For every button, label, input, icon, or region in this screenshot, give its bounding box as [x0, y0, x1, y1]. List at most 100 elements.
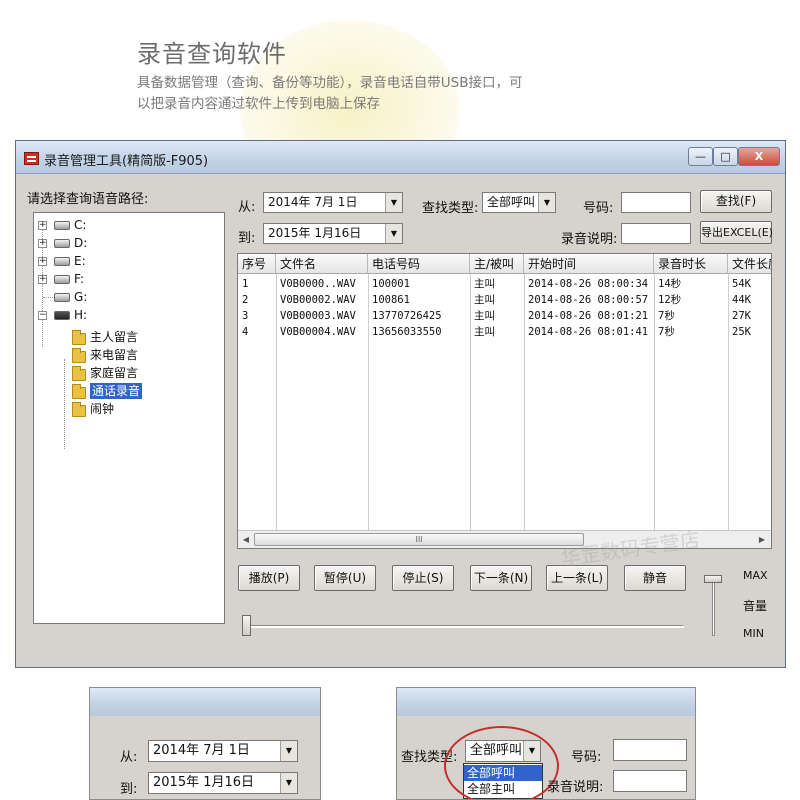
from-date-picker[interactable]: 2014年 7月 1日 ▼ [263, 192, 403, 213]
next-button[interactable]: 下一条(N) [470, 565, 532, 591]
expand-icon[interactable]: + [38, 239, 47, 248]
export-excel-button[interactable]: 导出EXCEL(E) [700, 221, 773, 244]
cell-filename: V0B00004.WAV [280, 326, 356, 338]
tree-drive-e[interactable]: E: [74, 253, 86, 269]
note-input[interactable] [621, 223, 691, 244]
playback-progress-track[interactable] [244, 625, 684, 628]
scroll-right-icon[interactable]: ▶ [755, 533, 769, 546]
cell-filesize: 25K [732, 326, 751, 338]
tree-drive-g[interactable]: G: [74, 289, 87, 305]
volume-thumb[interactable] [704, 575, 722, 583]
highlight-circle [444, 726, 559, 799]
cell-index: 3 [242, 310, 249, 322]
to-date-value: 2015年 1月16日 [153, 775, 255, 790]
volume-label: 音量 [743, 599, 768, 613]
header-duration[interactable]: 录音时长 [654, 254, 728, 274]
dropdown-arrow-icon[interactable]: ▼ [385, 193, 402, 212]
volume-min-label: MIN [743, 627, 764, 640]
folder-icon [72, 330, 86, 345]
tree-connector [43, 297, 53, 298]
cell-duration: 7秒 [658, 326, 675, 338]
from-date-value: 2014年 7月 1日 [153, 743, 250, 758]
number-input[interactable] [621, 192, 691, 213]
recordings-table[interactable]: 序号 文件名 电话号码 主/被叫 开始时间 录音时长 文件长度 1 V0B000… [237, 253, 772, 549]
tree-drive-h[interactable]: H: [74, 307, 87, 323]
folder-icon [72, 402, 86, 417]
note-label: 录音说明: [547, 780, 604, 795]
collapse-icon[interactable]: − [38, 311, 47, 320]
crop-titlebar [397, 688, 695, 716]
volume-max-label: MAX [743, 569, 768, 582]
minimize-button[interactable]: — [688, 147, 713, 166]
expand-icon[interactable]: + [38, 275, 47, 284]
tree-drive-d[interactable]: D: [74, 235, 87, 251]
cell-filesize: 44K [732, 294, 751, 306]
tree-drive-f[interactable]: F: [74, 271, 84, 287]
dropdown-arrow-icon[interactable]: ▼ [385, 224, 402, 243]
number-label: 号码: [583, 201, 614, 216]
dropdown-arrow-icon[interactable]: ▼ [280, 741, 297, 761]
cell-filesize: 27K [732, 310, 751, 322]
dropdown-arrow-icon[interactable]: ▼ [538, 193, 555, 212]
expand-icon[interactable]: + [38, 257, 47, 266]
number-input[interactable] [613, 739, 687, 761]
volume-track[interactable] [712, 581, 715, 636]
cell-phone: 13770726425 [372, 310, 442, 322]
window-titlebar[interactable]: 录音管理工具(精简版-F905) — □ X [16, 141, 785, 174]
close-button[interactable]: X [738, 147, 780, 166]
cell-duration: 7秒 [658, 310, 675, 322]
tree-drive-c[interactable]: C: [74, 217, 86, 233]
search-button[interactable]: 查找(F) [700, 190, 772, 213]
search-type-value: 全部呼叫 [487, 195, 536, 209]
note-label: 录音说明: [561, 232, 618, 247]
to-date-picker[interactable]: 2015年 1月16日 ▼ [148, 772, 298, 794]
cell-start-time: 2014-08-26 08:00:57 [528, 294, 649, 306]
cell-direction: 主叫 [474, 294, 495, 306]
hero-desc-line: 以把录音内容通过软件上传到电脑上保存 [137, 96, 380, 112]
tree-folder-incoming-messages[interactable]: 来电留言 [90, 347, 138, 363]
note-input[interactable] [613, 770, 687, 792]
cell-filesize: 54K [732, 278, 751, 290]
cell-start-time: 2014-08-26 08:00:34 [528, 278, 649, 290]
from-label: 从: [238, 200, 256, 215]
drive-icon [54, 221, 70, 230]
cell-index: 4 [242, 326, 249, 338]
cell-filename: V0B00003.WAV [280, 310, 356, 322]
folder-icon [72, 366, 86, 381]
search-type-select[interactable]: 全部呼叫 ▼ [482, 192, 556, 213]
playback-progress-thumb[interactable] [242, 615, 251, 636]
from-date-picker[interactable]: 2014年 7月 1日 ▼ [148, 740, 298, 762]
scroll-left-icon[interactable]: ◀ [239, 533, 253, 546]
header-start-time[interactable]: 开始时间 [524, 254, 654, 274]
app-window: 录音管理工具(精简版-F905) — □ X 请选择查询语音路径: + C: +… [15, 140, 786, 668]
play-button[interactable]: 播放(P) [238, 565, 300, 591]
maximize-button[interactable]: □ [713, 147, 738, 166]
header-phone[interactable]: 电话号码 [368, 254, 470, 274]
dropdown-arrow-icon[interactable]: ▼ [280, 773, 297, 793]
scroll-thumb[interactable]: III [254, 533, 584, 546]
cell-direction: 主叫 [474, 278, 495, 290]
tree-folder-owner-messages[interactable]: 主人留言 [90, 329, 138, 345]
folder-icon [72, 384, 86, 399]
header-filesize[interactable]: 文件长度 [728, 254, 771, 274]
drive-icon [54, 239, 70, 248]
tree-folder-alarm[interactable]: 闹钟 [90, 401, 114, 417]
expand-icon[interactable]: + [38, 221, 47, 230]
cell-filename: V0B0000..WAV [280, 278, 356, 290]
hero-title: 录音查询软件 [137, 40, 287, 68]
to-date-picker[interactable]: 2015年 1月16日 ▼ [263, 223, 403, 244]
folder-icon [72, 348, 86, 363]
folder-tree[interactable]: + C: + D: + E: + F: G: − H: 主人留言 来电留言 家庭… [33, 212, 225, 624]
header-filename[interactable]: 文件名 [276, 254, 368, 274]
to-date-value: 2015年 1月16日 [268, 226, 362, 240]
header-direction[interactable]: 主/被叫 [470, 254, 524, 274]
tree-folder-family-messages[interactable]: 家庭留言 [90, 365, 138, 381]
stop-button[interactable]: 停止(S) [392, 565, 454, 591]
cell-start-time: 2014-08-26 08:01:21 [528, 310, 649, 322]
number-label: 号码: [571, 750, 602, 765]
tree-folder-call-recordings[interactable]: 通话录音 [90, 383, 143, 399]
header-index[interactable]: 序号 [238, 254, 276, 274]
pause-button[interactable]: 暂停(U) [314, 565, 376, 591]
mute-button[interactable]: 静音 [624, 565, 686, 591]
tree-connector [64, 359, 65, 449]
